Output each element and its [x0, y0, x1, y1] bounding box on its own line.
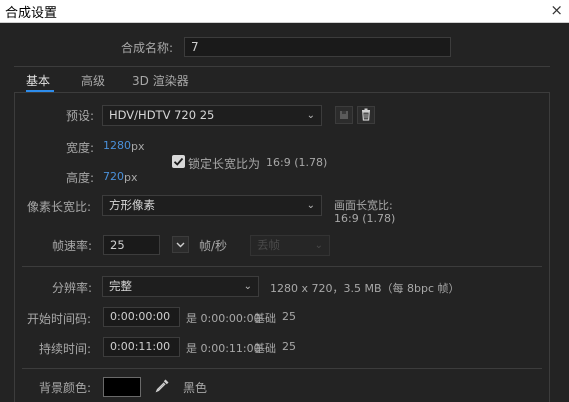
height-label: 高度:: [66, 171, 95, 185]
height-unit: px: [124, 171, 138, 184]
chevron-down-icon: ⌄: [306, 110, 315, 121]
start-timecode-label: 开始时间码:: [27, 312, 92, 326]
duration-is: 是 0:00:11:00: [186, 342, 261, 355]
divider: [22, 266, 542, 267]
eyedropper-icon: [155, 379, 169, 393]
window-title: 合成设置: [5, 6, 58, 21]
resolution-label: 分辨率:: [52, 281, 93, 295]
start-timecode-input[interactable]: 0:00:00:00: [103, 307, 180, 327]
height-value[interactable]: 720: [103, 170, 124, 183]
background-color-name: 黑色: [183, 381, 208, 395]
pixel-aspect-dropdown[interactable]: 方形像素 ⌄: [102, 195, 322, 216]
duration-input[interactable]: 0:00:11:00: [103, 337, 180, 357]
frame-aspect-value: 16:9 (1.78): [334, 212, 396, 225]
width-unit: px: [131, 140, 145, 153]
start-timecode-base-label: 基础: [254, 312, 276, 325]
lock-aspect-label: 锁定长宽比为: [188, 157, 261, 171]
frame-rate-dropdown-button[interactable]: [172, 236, 189, 253]
start-timecode-base: 25: [282, 310, 296, 323]
drop-frame-value: 丢帧: [257, 238, 280, 252]
pixel-aspect-value: 方形像素: [109, 198, 155, 212]
tab-3d-renderer[interactable]: 3D 渲染器: [132, 72, 189, 89]
resolution-dropdown[interactable]: 完整 ⌄: [102, 276, 259, 297]
checkmark-icon: [173, 157, 184, 166]
frame-rate-label: 帧速率:: [52, 239, 93, 253]
background-color-label: 背景颜色:: [39, 381, 92, 395]
chevron-down-icon: ⌄: [314, 240, 323, 251]
save-preset-button[interactable]: [335, 106, 353, 124]
preset-label: 预设:: [66, 109, 95, 123]
lock-aspect-ratio: 16:9 (1.78): [266, 156, 328, 169]
divider: [22, 368, 542, 369]
tab-basic[interactable]: 基本: [26, 72, 50, 89]
eyedropper-button[interactable]: [153, 377, 171, 395]
duration-label: 持续时间:: [39, 342, 92, 356]
duration-base: 25: [282, 340, 296, 353]
duration-base-label: 基础: [254, 342, 276, 355]
preset-dropdown[interactable]: HDV/HDTV 720 25 ⌄: [102, 105, 322, 126]
background-color-swatch[interactable]: [103, 377, 141, 397]
delete-preset-button[interactable]: [357, 106, 375, 124]
width-value[interactable]: 1280: [103, 139, 131, 152]
resolution-info: 1280 x 720，3.5 MB（每 8bpc 帧）: [270, 282, 460, 295]
comp-name-label: 合成名称:: [121, 41, 174, 55]
tab-advanced[interactable]: 高级: [81, 72, 105, 89]
frame-aspect-label: 画面长宽比:: [334, 199, 393, 212]
save-icon: [340, 111, 348, 119]
frame-rate-input[interactable]: 25: [103, 235, 160, 255]
frame-rate-unit: 帧/秒: [199, 239, 228, 253]
trash-icon: [362, 108, 370, 121]
start-timecode-is: 是 0:00:00:00: [186, 312, 261, 325]
pixel-aspect-label: 像素长宽比:: [27, 200, 92, 214]
preset-value: HDV/HDTV 720 25: [109, 108, 215, 122]
lock-aspect-checkbox[interactable]: [172, 155, 185, 168]
drop-frame-dropdown: 丢帧 ⌄: [250, 235, 330, 256]
chevron-down-icon: ⌄: [243, 281, 252, 292]
comp-name-input[interactable]: 7: [184, 37, 451, 57]
resolution-value: 完整: [109, 279, 132, 293]
divider: [14, 66, 550, 67]
width-label: 宽度:: [66, 141, 95, 155]
chevron-down-icon: [176, 242, 185, 248]
chevron-down-icon: ⌄: [306, 200, 315, 211]
close-icon[interactable]: ×: [550, 0, 563, 20]
title-bar: 合成设置 ×: [0, 0, 569, 23]
